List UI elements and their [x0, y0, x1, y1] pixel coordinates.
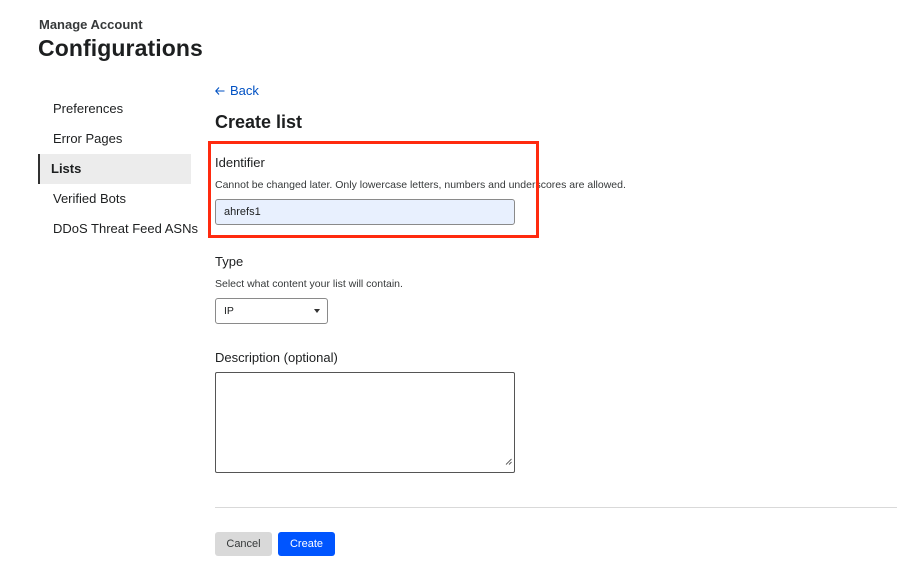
back-link[interactable]: Back [215, 83, 259, 98]
arrow-left-icon [215, 86, 225, 95]
identifier-input[interactable] [215, 199, 515, 225]
create-button[interactable]: Create [278, 532, 335, 556]
page-title: Configurations [38, 35, 203, 61]
type-select-value: IP [224, 305, 234, 317]
sidebar-item-verified-bots[interactable]: Verified Bots [38, 184, 191, 214]
form-title: Create list [215, 112, 303, 132]
description-textarea[interactable] [215, 372, 515, 473]
description-label: Description (optional) [215, 350, 338, 365]
page: Manage Account Configurations Preference… [0, 0, 909, 569]
resize-handle-icon[interactable] [505, 452, 512, 470]
back-link-label: Back [230, 83, 259, 98]
sidebar-item-ddos-threat-feed-asns[interactable]: DDoS Threat Feed ASNs [38, 214, 198, 244]
sidebar-item-error-pages[interactable]: Error Pages [38, 124, 191, 154]
type-label: Type [215, 254, 244, 269]
page-subtitle: Manage Account [39, 17, 143, 32]
identifier-label: Identifier [215, 155, 265, 170]
caret-down-icon [314, 309, 320, 313]
type-help-text: Select what content your list will conta… [215, 278, 403, 290]
cancel-button[interactable]: Cancel [215, 532, 272, 556]
sidebar-item-lists[interactable]: Lists [38, 154, 191, 184]
type-select[interactable]: IP [215, 298, 328, 324]
form-divider [215, 507, 897, 508]
sidebar-item-preferences[interactable]: Preferences [38, 94, 191, 124]
sidebar-nav: Preferences Error Pages Lists Verified B… [38, 94, 198, 244]
identifier-help-text: Cannot be changed later. Only lowercase … [215, 179, 626, 191]
